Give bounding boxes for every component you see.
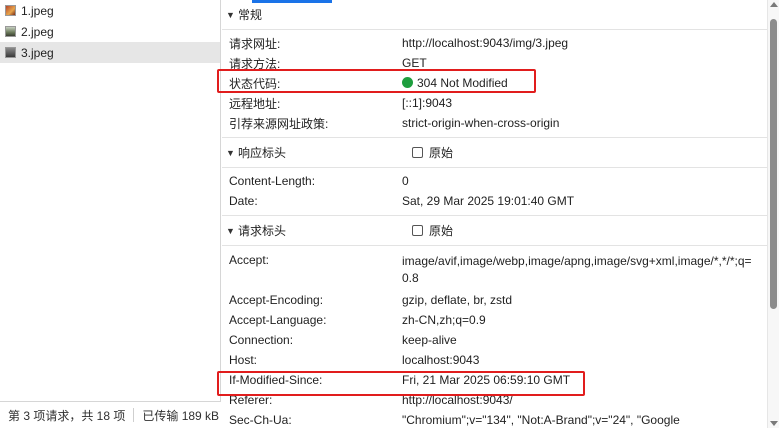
header-value: 0 (402, 173, 409, 188)
raw-checkbox[interactable] (412, 225, 423, 236)
triangle-down-icon: ▼ (226, 225, 235, 236)
header-value: image/avif,image/webp,image/apng,image/s… (402, 254, 752, 285)
request-header-row: Sec-Ch-Ua: "Chromium";v="134", "Not:A-Br… (222, 410, 767, 428)
header-value: "Chromium";v="134", "Not:A-Brand";v="24"… (402, 412, 680, 427)
header-value: GET (402, 55, 427, 70)
header-key: Connection: (229, 333, 294, 347)
request-row[interactable]: 1.jpeg (0, 0, 220, 21)
header-value: http://localhost:9043/ (402, 392, 513, 407)
scroll-up-arrow-icon[interactable] (770, 2, 778, 7)
header-key: 请求方法: (229, 56, 281, 71)
header-value: [::1]:9043 (402, 95, 453, 110)
general-section-header[interactable]: ▼ 常规 (222, 0, 767, 30)
request-row[interactable]: 2.jpeg (0, 21, 220, 42)
request-count-text: 第 3 项请求，共 18 项 (8, 408, 126, 423)
request-header-row: Accept-Language: zh-CN,zh;q=0.9 (222, 310, 767, 330)
header-value: strict-origin-when-cross-origin (402, 115, 560, 130)
triangle-down-icon: ▼ (226, 147, 235, 158)
general-row: 请求网址: http://localhost:9043/img/3.jpeg (222, 33, 767, 53)
request-headers-section: ▼ 请求标头 原始 Accept: image/avif,image/webp,… (222, 216, 767, 428)
image-thumbnail-icon (5, 26, 16, 37)
triangle-down-icon: ▼ (226, 9, 235, 20)
scroll-down-arrow-icon[interactable] (770, 421, 778, 426)
header-key: Content-Length: (229, 174, 316, 188)
response-header-row: Date: Sat, 29 Mar 2025 19:01:40 GMT (222, 191, 767, 211)
header-key: Accept-Encoding: (229, 293, 324, 307)
section-title: 请求标头 (238, 224, 287, 238)
request-header-row: Referer: http://localhost:9043/ (222, 390, 767, 410)
general-row: 远程地址: [::1]:9043 (222, 93, 767, 113)
header-key: If-Modified-Since: (229, 373, 323, 387)
response-header-row: Content-Length: 0 (222, 171, 767, 191)
transferred-text: 已传输 189 kB (142, 408, 220, 423)
request-row-selected[interactable]: 3.jpeg (0, 42, 220, 63)
header-value: gzip, deflate, br, zstd (402, 292, 513, 307)
status-code-text: 304 Not Modified (417, 75, 508, 90)
raw-label: 原始 (429, 146, 454, 160)
image-thumbnail-icon (5, 5, 16, 16)
header-key: 远程地址: (229, 96, 281, 111)
header-key: 状态代码: (229, 76, 281, 91)
scrollbar-thumb[interactable] (770, 19, 777, 309)
general-row: 状态代码: 304 Not Modified (222, 73, 767, 93)
request-header-row: Connection: keep-alive (222, 330, 767, 350)
header-key: Sec-Ch-Ua: (229, 413, 292, 427)
request-list-pane: 1.jpeg 2.jpeg 3.jpeg 第 3 项请求，共 18 项 已传输 … (0, 0, 221, 428)
status-ok-icon (402, 76, 413, 88)
general-section: ▼ 常规 请求网址: http://localhost:9043/img/3.j… (222, 0, 767, 138)
raw-checkbox[interactable] (412, 147, 423, 158)
raw-label: 原始 (429, 224, 454, 238)
general-row: 引荐来源网址政策: strict-origin-when-cross-origi… (222, 113, 767, 133)
request-header-row: Host: localhost:9043 (222, 350, 767, 370)
header-key: Referer: (229, 393, 273, 407)
header-key: Date: (229, 194, 258, 208)
request-header-row: Accept: image/avif,image/webp,image/apng… (222, 250, 767, 290)
header-key: Host: (229, 353, 258, 367)
status-code-value: 304 Not Modified (402, 75, 767, 92)
general-row: 请求方法: GET (222, 53, 767, 73)
request-headers-header[interactable]: ▼ 请求标头 原始 (222, 216, 767, 246)
network-status-bar: 第 3 项请求，共 18 项 已传输 189 kB (0, 401, 221, 428)
header-key: 引荐来源网址政策: (229, 116, 329, 131)
request-header-row: If-Modified-Since: Fri, 21 Mar 2025 06:5… (222, 370, 767, 390)
headers-detail-pane: ▼ 常规 请求网址: http://localhost:9043/img/3.j… (222, 0, 767, 428)
header-value: http://localhost:9043/img/3.jpeg (402, 35, 569, 50)
request-header-row: Accept-Encoding: gzip, deflate, br, zstd (222, 290, 767, 310)
vertical-scrollbar[interactable] (767, 0, 779, 428)
response-headers-section: ▼ 响应标头 原始 Content-Length: 0 Date: Sat, 2… (222, 138, 767, 216)
raw-toggle[interactable]: 原始 (412, 144, 453, 161)
image-thumbnail-icon (5, 47, 16, 58)
header-key: 请求网址: (229, 36, 281, 51)
header-value: Sat, 29 Mar 2025 19:01:40 GMT (402, 193, 575, 208)
active-tab-indicator (252, 0, 332, 3)
header-key: Accept: (229, 253, 270, 267)
section-title: 响应标头 (238, 146, 287, 160)
header-value: keep-alive (402, 332, 457, 347)
response-headers-header[interactable]: ▼ 响应标头 原始 (222, 138, 767, 168)
raw-toggle[interactable]: 原始 (412, 222, 453, 239)
header-value: zh-CN,zh;q=0.9 (402, 312, 486, 327)
request-name: 2.jpeg (21, 24, 54, 39)
request-name: 3.jpeg (21, 45, 54, 60)
header-value: Fri, 21 Mar 2025 06:59:10 GMT (402, 372, 571, 387)
section-title: 常规 (238, 8, 263, 22)
status-divider (133, 408, 135, 422)
header-key: Accept-Language: (229, 313, 327, 327)
request-name: 1.jpeg (21, 3, 54, 18)
header-value: localhost:9043 (402, 352, 480, 367)
